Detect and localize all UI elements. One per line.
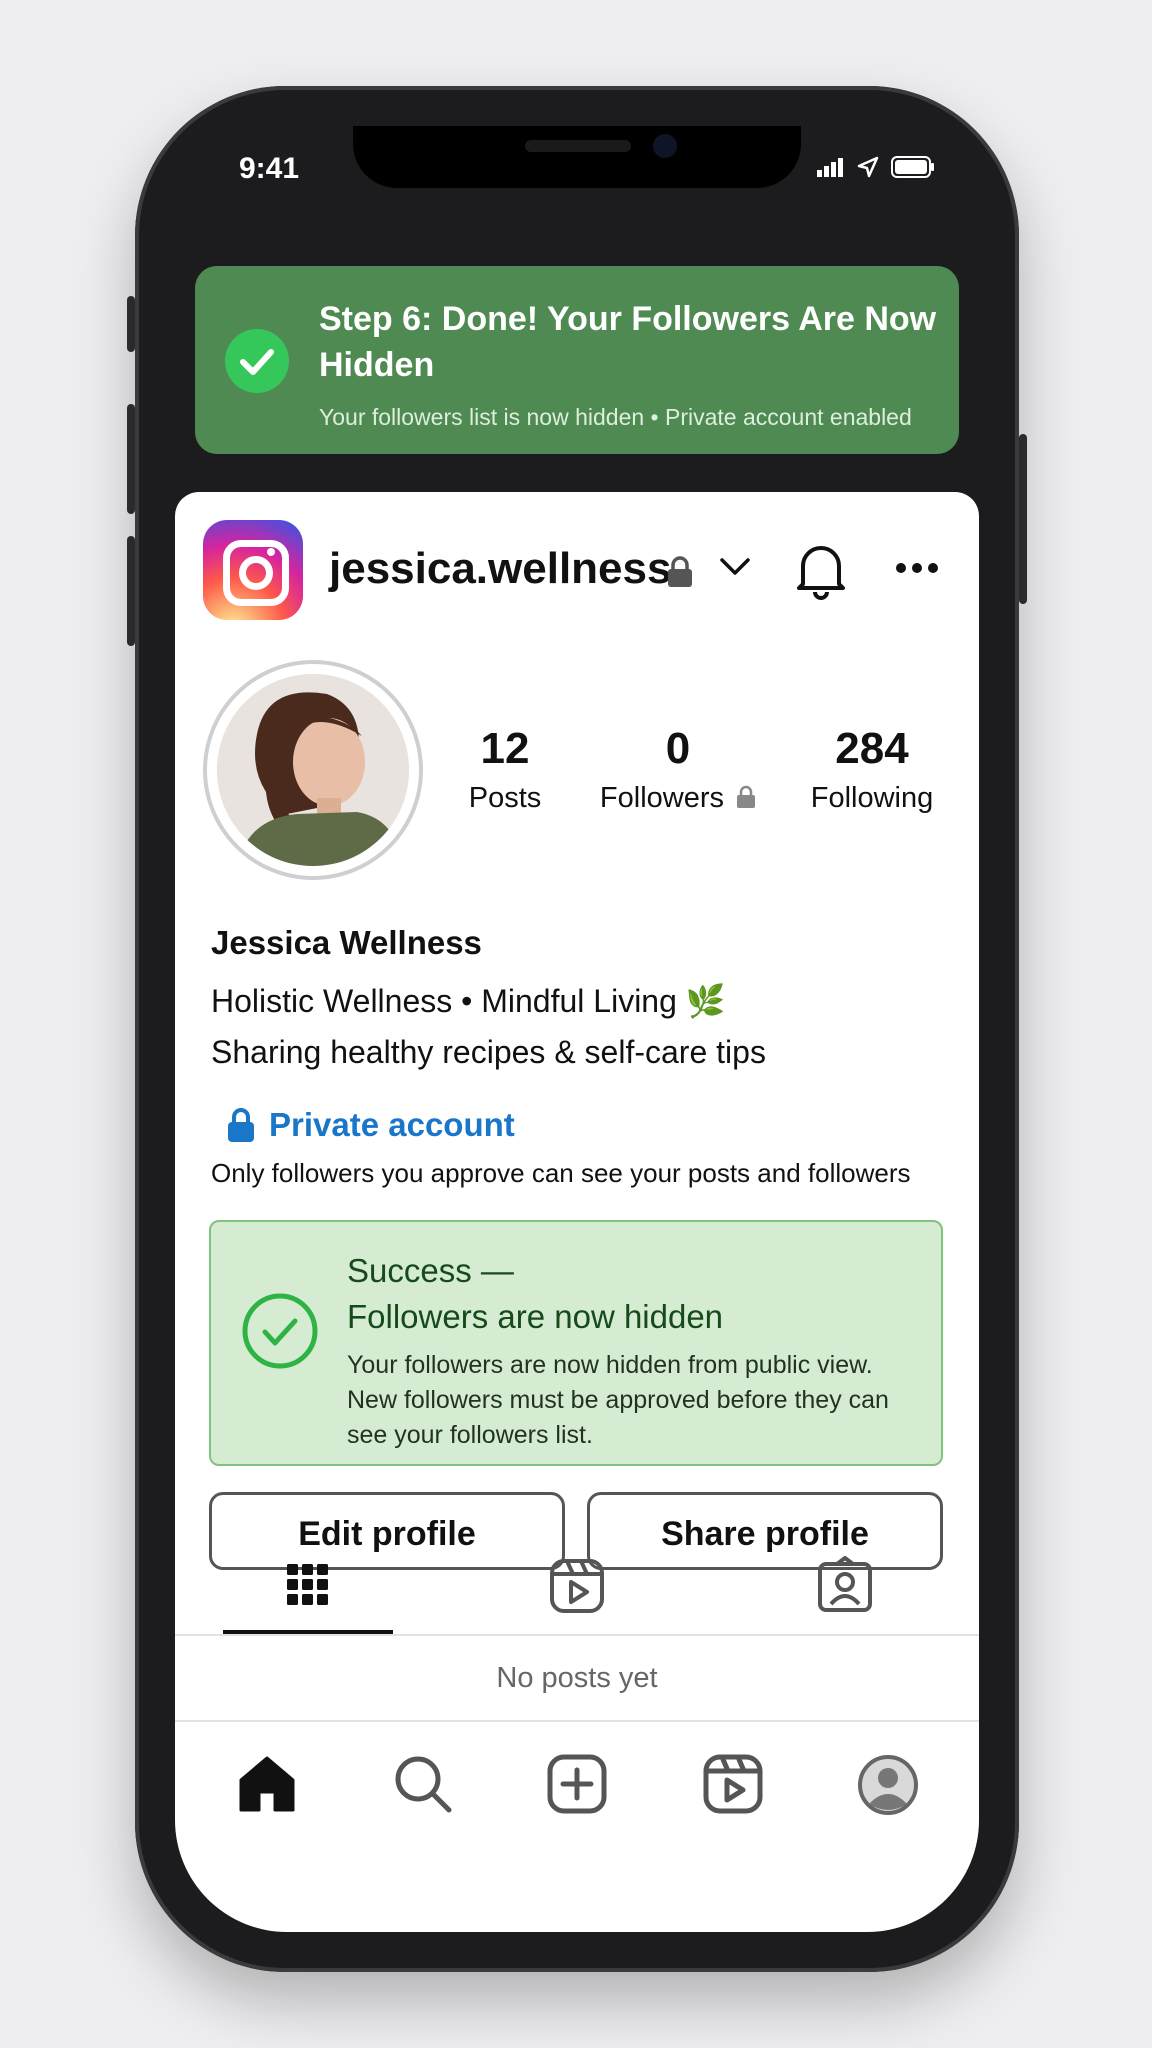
- check-circle-icon: [225, 329, 289, 393]
- notch: [353, 126, 801, 188]
- success-title-line-2: Followers are now hidden: [347, 1298, 724, 1335]
- success-banner: Step 6: Done! Your Followers Are Now Hid…: [195, 266, 959, 454]
- reels-icon[interactable]: [703, 1754, 763, 1814]
- private-account-row: Private account: [227, 1106, 515, 1144]
- volume-up-button: [127, 404, 135, 514]
- stat-posts-label: Posts: [468, 782, 542, 814]
- success-card: Success — Followers are now hidden Your …: [209, 1220, 943, 1466]
- banner-title: Step 6: Done! Your Followers Are Now Hid…: [319, 300, 937, 384]
- stat-following-value: 284: [835, 724, 909, 773]
- phone-frame: 9:41 Step 6: Done! Your Followers Are No…: [127, 86, 1027, 1972]
- create-icon[interactable]: [547, 1754, 607, 1814]
- stat-followers-label: Followers: [599, 782, 725, 814]
- reels-tab-icon[interactable]: [549, 1558, 605, 1614]
- lock-icon: [668, 556, 692, 587]
- tagged-icon[interactable]: [817, 1556, 873, 1614]
- bell-icon[interactable]: [793, 540, 849, 600]
- success-title-line-1: Success —: [347, 1252, 514, 1289]
- private-account-label: Private account: [269, 1106, 515, 1143]
- stat-following-label: Following: [810, 782, 934, 814]
- stat-followers[interactable]: 0 Followers: [593, 724, 763, 815]
- battery-icon: [891, 156, 934, 178]
- profile-icon[interactable]: [857, 1754, 919, 1816]
- search-icon[interactable]: [393, 1754, 453, 1814]
- bottom-nav-divider: [175, 1720, 979, 1722]
- speaker: [525, 140, 631, 152]
- signal-icon: [817, 158, 843, 177]
- bio-line-2: Sharing healthy recipes & self-care tips: [211, 1034, 766, 1070]
- bio-line-1: Holistic Wellness • Mindful Living 🌿: [211, 983, 726, 1019]
- phone-screen: 9:41 Step 6: Done! Your Followers Are No…: [175, 126, 979, 1932]
- front-camera: [653, 134, 677, 158]
- power-button: [1019, 434, 1027, 604]
- profile-username[interactable]: jessica.wellness: [329, 544, 671, 594]
- stat-posts-value: 12: [480, 724, 530, 773]
- share-profile-button[interactable]: Share profile: [587, 1492, 943, 1570]
- avatar: [217, 674, 409, 866]
- location-arrow-icon: [857, 156, 879, 178]
- status-time: 9:41: [239, 152, 300, 185]
- home-icon[interactable]: [237, 1754, 297, 1814]
- stat-followers-value: 0: [665, 724, 691, 773]
- banner-subtitle: Your followers list is now hidden • Priv…: [319, 404, 912, 430]
- profile-card: jessica.wellness 12 Posts 0 Followers 28…: [175, 492, 979, 1932]
- edit-profile-button[interactable]: Edit profile: [209, 1492, 565, 1570]
- tab-divider: [175, 1634, 979, 1636]
- instagram-logo[interactable]: [203, 520, 303, 620]
- private-account-description: Only followers you approve can see your …: [211, 1158, 911, 1188]
- status-icons: [817, 156, 935, 178]
- volume-down-button: [127, 536, 135, 646]
- mute-switch: [127, 296, 135, 352]
- grid-icon[interactable]: [285, 1562, 331, 1608]
- more-icon[interactable]: [895, 562, 939, 574]
- blue-lock-icon: [228, 1108, 254, 1142]
- chevron-down-icon[interactable]: [719, 556, 751, 578]
- success-body: Your followers are now hidden from publi…: [347, 1351, 889, 1449]
- empty-posts-text: No posts yet: [496, 1662, 658, 1694]
- avatar-photo: [217, 674, 409, 866]
- stat-following[interactable]: 284 Following: [787, 724, 957, 815]
- profile-avatar[interactable]: [203, 660, 423, 880]
- check-ring-icon: [242, 1293, 318, 1369]
- stat-posts[interactable]: 12 Posts: [443, 724, 567, 815]
- followers-lock-icon: [737, 785, 756, 808]
- profile-full-name: Jessica Wellness: [211, 924, 482, 961]
